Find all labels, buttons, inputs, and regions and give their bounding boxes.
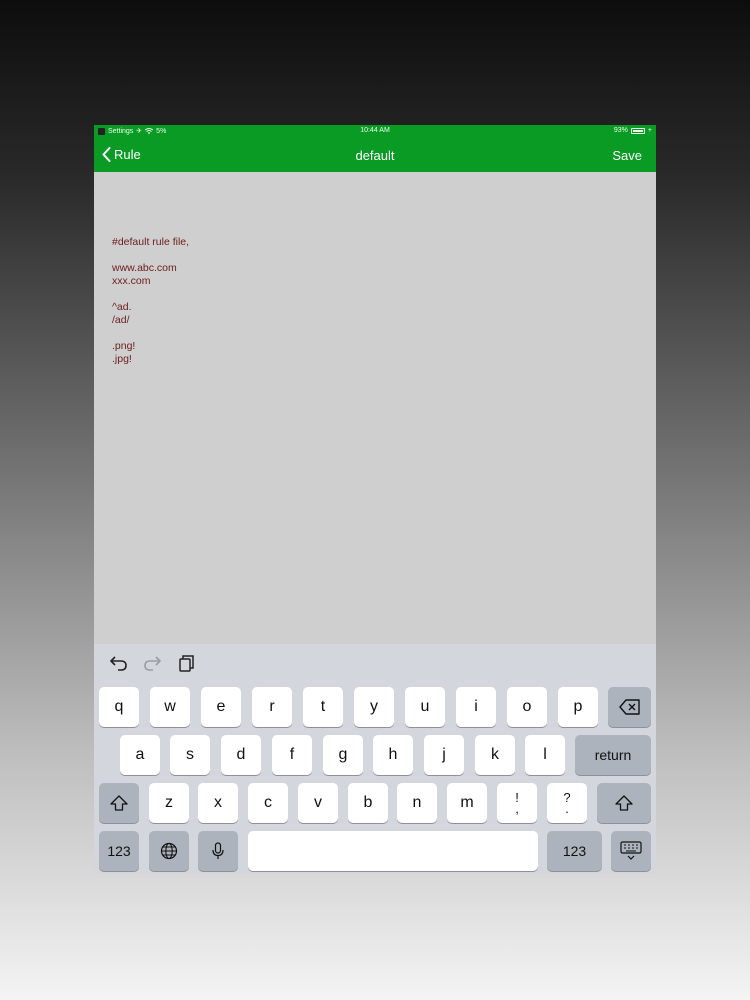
key-t[interactable]: t bbox=[303, 687, 343, 727]
key-exclamation-comma[interactable]: ! , bbox=[497, 783, 537, 823]
redo-button[interactable] bbox=[142, 653, 162, 673]
key-k[interactable]: k bbox=[475, 735, 515, 775]
undo-icon bbox=[110, 656, 127, 671]
clipboard-icon bbox=[179, 655, 194, 672]
shift-icon bbox=[615, 795, 633, 811]
save-button[interactable]: Save bbox=[612, 148, 642, 163]
ipad-screen: Settings ✈ 5% 10:44 AM 93% + Rule defaul… bbox=[94, 125, 656, 873]
numbers-key-right[interactable]: 123 bbox=[547, 831, 602, 871]
return-key[interactable]: return bbox=[575, 735, 651, 775]
key-w[interactable]: w bbox=[150, 687, 190, 727]
rule-text-editor[interactable]: #default rule file, www.abc.com xxx.com … bbox=[94, 172, 656, 644]
paste-button[interactable] bbox=[177, 653, 197, 673]
key-m[interactable]: m bbox=[447, 783, 487, 823]
microphone-icon bbox=[212, 842, 224, 859]
key-r[interactable]: r bbox=[252, 687, 292, 727]
key-v[interactable]: v bbox=[298, 783, 338, 823]
shift-icon bbox=[110, 795, 128, 811]
key-l[interactable]: l bbox=[525, 735, 565, 775]
key-e[interactable]: e bbox=[201, 687, 241, 727]
key-o[interactable]: o bbox=[507, 687, 547, 727]
key-b[interactable]: b bbox=[348, 783, 388, 823]
backspace-icon bbox=[618, 699, 640, 715]
globe-key[interactable] bbox=[149, 831, 189, 871]
right-shift-key[interactable] bbox=[597, 783, 651, 823]
key-f[interactable]: f bbox=[272, 735, 312, 775]
status-battery-percent: 93% bbox=[613, 127, 628, 134]
numbers-key-left[interactable]: 123 bbox=[99, 831, 139, 871]
status-right: 93% + bbox=[614, 127, 652, 134]
key-p[interactable]: p bbox=[558, 687, 598, 727]
rule-text[interactable]: #default rule file, www.abc.com xxx.com … bbox=[112, 236, 189, 366]
charging-icon: + bbox=[647, 127, 652, 134]
navigation-bar: Rule default Save bbox=[94, 139, 656, 172]
page-title: default bbox=[355, 148, 395, 163]
undo-button[interactable] bbox=[109, 653, 129, 673]
space-bar[interactable] bbox=[248, 831, 538, 871]
dictation-key[interactable] bbox=[198, 831, 238, 871]
key-s[interactable]: s bbox=[170, 735, 210, 775]
key-q[interactable]: q bbox=[99, 687, 139, 727]
left-shift-key[interactable] bbox=[99, 783, 139, 823]
key-u[interactable]: u bbox=[405, 687, 445, 727]
key-x[interactable]: x bbox=[198, 783, 238, 823]
on-screen-keyboard: q w e r t y u i o p a s d f g h j k l re… bbox=[94, 680, 656, 873]
shortcut-bar bbox=[94, 644, 656, 680]
key-j[interactable]: j bbox=[424, 735, 464, 775]
key-i[interactable]: i bbox=[456, 687, 496, 727]
status-time: 10:44 AM bbox=[360, 127, 390, 134]
key-h[interactable]: h bbox=[373, 735, 413, 775]
keyboard-dismiss-icon bbox=[620, 841, 642, 860]
key-z[interactable]: z bbox=[149, 783, 189, 823]
key-a[interactable]: a bbox=[120, 735, 160, 775]
key-question-period[interactable]: ? . bbox=[547, 783, 587, 823]
dismiss-keyboard-key[interactable] bbox=[611, 831, 651, 871]
key-y[interactable]: y bbox=[354, 687, 394, 727]
key-n[interactable]: n bbox=[397, 783, 437, 823]
status-bar: Settings ✈ 5% 10:44 AM 93% + bbox=[94, 125, 656, 139]
backspace-key[interactable] bbox=[608, 687, 651, 727]
key-c[interactable]: c bbox=[248, 783, 288, 823]
redo-icon bbox=[144, 656, 161, 671]
key-d[interactable]: d bbox=[221, 735, 261, 775]
key-g[interactable]: g bbox=[323, 735, 363, 775]
globe-icon bbox=[160, 842, 178, 860]
battery-icon bbox=[630, 127, 645, 134]
